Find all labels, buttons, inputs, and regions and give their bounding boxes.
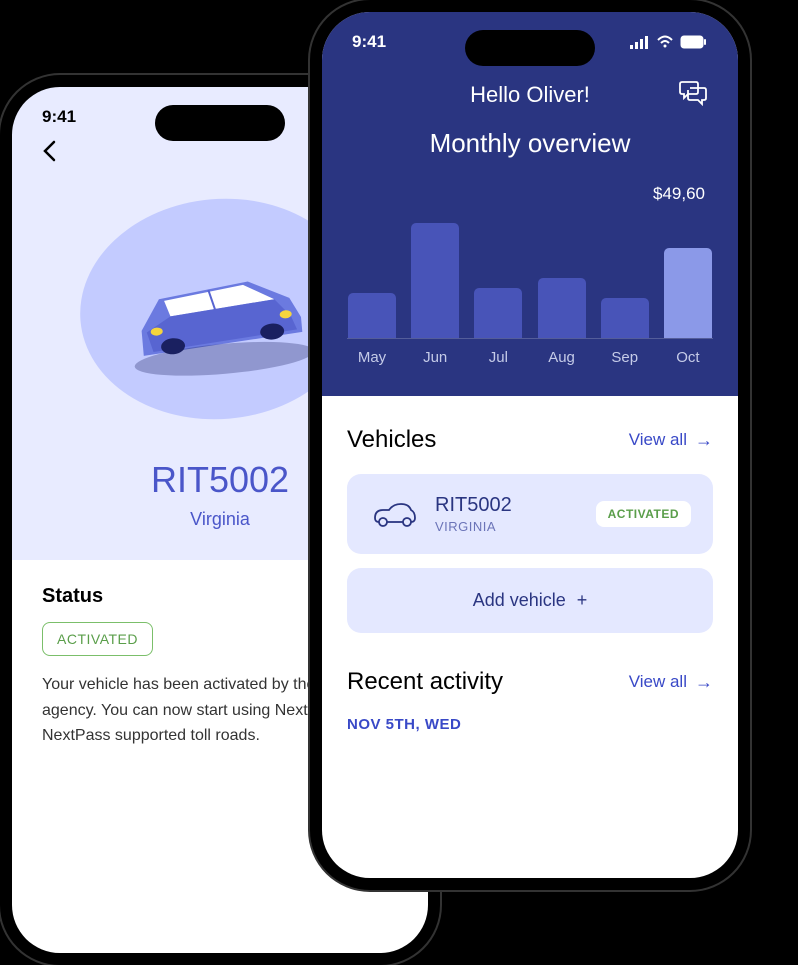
status-icons [630,32,708,52]
recent-view-all[interactable]: View all → [629,672,713,693]
plus-icon: + [577,590,588,610]
month-label: Jul [473,349,523,366]
chat-button[interactable] [678,80,708,111]
signal-icon [630,35,650,49]
view-all-label: View all [629,430,687,450]
month-label: Jun [410,349,460,366]
chart-bar[interactable] [473,288,523,338]
chart-bar[interactable] [663,248,713,338]
month-label: Aug [537,349,587,366]
chart-highlight-value: $49,60 [347,184,713,204]
vehicle-region: VIRGINIA [435,519,578,534]
vehicle-card[interactable]: RIT5002 VIRGINIA ACTIVATED [347,474,713,554]
notch [465,30,595,66]
chart-bar[interactable] [537,278,587,338]
chart-bar[interactable] [410,223,460,338]
vehicle-plate: RIT5002 [435,494,578,517]
month-label: Sep [600,349,650,366]
month-label: May [347,349,397,366]
chart-bar[interactable] [600,298,650,338]
screen-dashboard: 9:41 Hello Oliver! Monthly overview $49,… [322,12,738,878]
arrow-right-icon: → [695,672,713,693]
recent-title: Recent activity [347,668,503,696]
battery-icon [680,35,708,49]
dashboard-content: Vehicles View all → RIT5002 VIRGINIA ACT… [322,396,738,763]
chart-bar[interactable] [347,293,397,338]
view-all-label: View all [629,672,687,692]
monthly-chart: $49,60 May Jun Jul Aug Sep Oct [322,184,738,366]
vehicles-header: Vehicles View all → [347,426,713,454]
chevron-left-icon [42,140,56,162]
vehicles-view-all[interactable]: View all → [629,430,713,451]
car-icon [369,500,417,528]
wifi-icon [656,35,674,49]
month-label: Oct [663,349,713,366]
vehicle-info: RIT5002 VIRGINIA [435,494,578,534]
status-time: 9:41 [42,107,76,127]
add-vehicle-label: Add vehicle [473,590,566,610]
arrow-right-icon: → [695,430,713,451]
vehicles-title: Vehicles [347,426,436,454]
status-badge: ACTIVATED [42,622,153,656]
recent-activity-section: Recent activity View all → NOV 5TH, WED [347,668,713,733]
overview-title: Monthly overview [322,128,738,159]
add-vehicle-button[interactable]: Add vehicle + [347,568,713,633]
phone-dashboard: 9:41 Hello Oliver! Monthly overview $49,… [310,0,750,890]
greeting-text: Hello Oliver! [470,82,590,108]
notch [155,105,285,141]
dashboard-header: 9:41 Hello Oliver! Monthly overview $49,… [322,12,738,396]
chat-icon [678,80,708,106]
status-time: 9:41 [352,32,386,52]
vehicle-status-badge: ACTIVATED [596,501,691,527]
recent-header: Recent activity View all → [347,668,713,696]
activity-date: NOV 5TH, WED [347,716,713,733]
